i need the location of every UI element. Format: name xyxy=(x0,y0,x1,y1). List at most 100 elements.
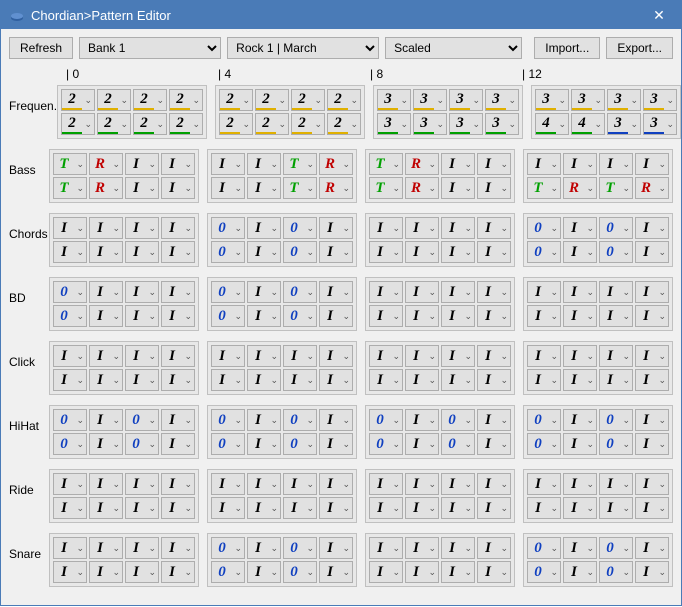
pattern-cell[interactable]: I⌄ xyxy=(53,473,87,495)
pattern-cell[interactable]: I⌄ xyxy=(161,497,195,519)
pattern-cell[interactable]: I⌄ xyxy=(89,409,123,431)
pattern-cell[interactable]: I⌄ xyxy=(283,473,317,495)
pattern-cell[interactable]: I⌄ xyxy=(599,497,633,519)
pattern-cell[interactable]: I⌄ xyxy=(319,305,353,327)
pattern-cell[interactable]: I⌄ xyxy=(125,177,159,199)
pattern-cell[interactable]: 3⌄ xyxy=(449,113,483,135)
pattern-cell[interactable]: I⌄ xyxy=(635,345,669,367)
pattern-cell[interactable]: I⌄ xyxy=(283,369,317,391)
pattern-cell[interactable]: I⌄ xyxy=(89,561,123,583)
pattern-cell[interactable]: I⌄ xyxy=(477,537,511,559)
pattern-cell[interactable]: I⌄ xyxy=(319,369,353,391)
pattern-cell[interactable]: I⌄ xyxy=(369,281,403,303)
pattern-cell[interactable]: 0⌄ xyxy=(283,409,317,431)
pattern-cell[interactable]: 0⌄ xyxy=(283,433,317,455)
pattern-cell[interactable]: I⌄ xyxy=(53,241,87,263)
pattern-cell[interactable]: 0⌄ xyxy=(283,217,317,239)
pattern-cell[interactable]: I⌄ xyxy=(405,473,439,495)
pattern-cell[interactable]: I⌄ xyxy=(247,345,281,367)
pattern-cell[interactable]: I⌄ xyxy=(477,281,511,303)
pattern-cell[interactable]: I⌄ xyxy=(441,369,475,391)
pattern-cell[interactable]: I⌄ xyxy=(247,433,281,455)
pattern-cell[interactable]: I⌄ xyxy=(563,409,597,431)
pattern-cell[interactable]: R⌄ xyxy=(635,177,669,199)
pattern-cell[interactable]: I⌄ xyxy=(161,409,195,431)
pattern-cell[interactable]: I⌄ xyxy=(441,177,475,199)
pattern-cell[interactable]: I⌄ xyxy=(405,561,439,583)
pattern-cell[interactable]: R⌄ xyxy=(405,177,439,199)
pattern-cell[interactable]: I⌄ xyxy=(161,217,195,239)
pattern-cell[interactable]: 0⌄ xyxy=(211,241,245,263)
pattern-cell[interactable]: I⌄ xyxy=(527,281,561,303)
pattern-cell[interactable]: I⌄ xyxy=(477,177,511,199)
pattern-cell[interactable]: R⌄ xyxy=(319,177,353,199)
pattern-cell[interactable]: I⌄ xyxy=(247,537,281,559)
pattern-cell[interactable]: I⌄ xyxy=(635,497,669,519)
pattern-cell[interactable]: I⌄ xyxy=(405,433,439,455)
pattern-cell[interactable]: 0⌄ xyxy=(527,537,561,559)
pattern-cell[interactable]: 2⌄ xyxy=(327,113,361,135)
pattern-cell[interactable]: 0⌄ xyxy=(527,561,561,583)
pattern-cell[interactable]: T⌄ xyxy=(369,177,403,199)
pattern-cell[interactable]: 0⌄ xyxy=(599,433,633,455)
pattern-cell[interactable]: I⌄ xyxy=(161,433,195,455)
pattern-cell[interactable]: I⌄ xyxy=(161,561,195,583)
pattern-cell[interactable]: I⌄ xyxy=(477,497,511,519)
pattern-cell[interactable]: I⌄ xyxy=(599,473,633,495)
pattern-cell[interactable]: I⌄ xyxy=(405,409,439,431)
pattern-cell[interactable]: I⌄ xyxy=(53,537,87,559)
pattern-cell[interactable]: I⌄ xyxy=(89,537,123,559)
pattern-cell[interactable]: I⌄ xyxy=(441,217,475,239)
pattern-cell[interactable]: 2⌄ xyxy=(169,89,203,111)
pattern-cell[interactable]: I⌄ xyxy=(405,217,439,239)
pattern-cell[interactable]: I⌄ xyxy=(599,369,633,391)
pattern-cell[interactable]: I⌄ xyxy=(211,345,245,367)
pattern-cell[interactable]: I⌄ xyxy=(125,473,159,495)
pattern-cell[interactable]: I⌄ xyxy=(369,241,403,263)
pattern-cell[interactable]: 0⌄ xyxy=(211,409,245,431)
pattern-cell[interactable]: I⌄ xyxy=(89,497,123,519)
pattern-cell[interactable]: I⌄ xyxy=(441,281,475,303)
pattern-cell[interactable]: I⌄ xyxy=(441,153,475,175)
pattern-cell[interactable]: I⌄ xyxy=(53,345,87,367)
pattern-cell[interactable]: 0⌄ xyxy=(441,433,475,455)
pattern-cell[interactable]: I⌄ xyxy=(405,305,439,327)
pattern-cell[interactable]: I⌄ xyxy=(89,473,123,495)
pattern-cell[interactable]: R⌄ xyxy=(405,153,439,175)
pattern-cell[interactable]: 0⌄ xyxy=(211,305,245,327)
pattern-cell[interactable]: I⌄ xyxy=(369,217,403,239)
pattern-cell[interactable]: 0⌄ xyxy=(125,433,159,455)
pattern-cell[interactable]: R⌄ xyxy=(89,177,123,199)
pattern-cell[interactable]: I⌄ xyxy=(527,153,561,175)
pattern-cell[interactable]: 0⌄ xyxy=(599,241,633,263)
pattern-cell[interactable]: I⌄ xyxy=(635,369,669,391)
pattern-cell[interactable]: 3⌄ xyxy=(413,113,447,135)
pattern-cell[interactable]: I⌄ xyxy=(527,345,561,367)
pattern-cell[interactable]: 0⌄ xyxy=(211,281,245,303)
pattern-cell[interactable]: T⌄ xyxy=(599,177,633,199)
pattern-cell[interactable]: I⌄ xyxy=(125,153,159,175)
pattern-cell[interactable]: I⌄ xyxy=(319,497,353,519)
pattern-cell[interactable]: I⌄ xyxy=(319,537,353,559)
pattern-cell[interactable]: I⌄ xyxy=(477,409,511,431)
pattern-cell[interactable]: 4⌄ xyxy=(571,113,605,135)
pattern-cell[interactable]: 2⌄ xyxy=(97,113,131,135)
pattern-cell[interactable]: I⌄ xyxy=(211,473,245,495)
pattern-cell[interactable]: I⌄ xyxy=(125,217,159,239)
pattern-cell[interactable]: I⌄ xyxy=(53,497,87,519)
pattern-cell[interactable]: I⌄ xyxy=(599,345,633,367)
pattern-cell[interactable]: 2⌄ xyxy=(219,113,253,135)
pattern-cell[interactable]: I⌄ xyxy=(319,217,353,239)
pattern-cell[interactable]: 0⌄ xyxy=(527,217,561,239)
pattern-cell[interactable]: 3⌄ xyxy=(485,113,519,135)
pattern-cell[interactable]: I⌄ xyxy=(161,281,195,303)
pattern-cell[interactable]: I⌄ xyxy=(319,433,353,455)
pattern-cell[interactable]: I⌄ xyxy=(563,305,597,327)
pattern-cell[interactable]: I⌄ xyxy=(599,305,633,327)
pattern-cell[interactable]: I⌄ xyxy=(283,345,317,367)
pattern-cell[interactable]: 0⌄ xyxy=(369,433,403,455)
pattern-cell[interactable]: I⌄ xyxy=(405,497,439,519)
pattern-cell[interactable]: 0⌄ xyxy=(283,537,317,559)
pattern-cell[interactable]: I⌄ xyxy=(53,217,87,239)
pattern-cell[interactable]: I⌄ xyxy=(161,153,195,175)
